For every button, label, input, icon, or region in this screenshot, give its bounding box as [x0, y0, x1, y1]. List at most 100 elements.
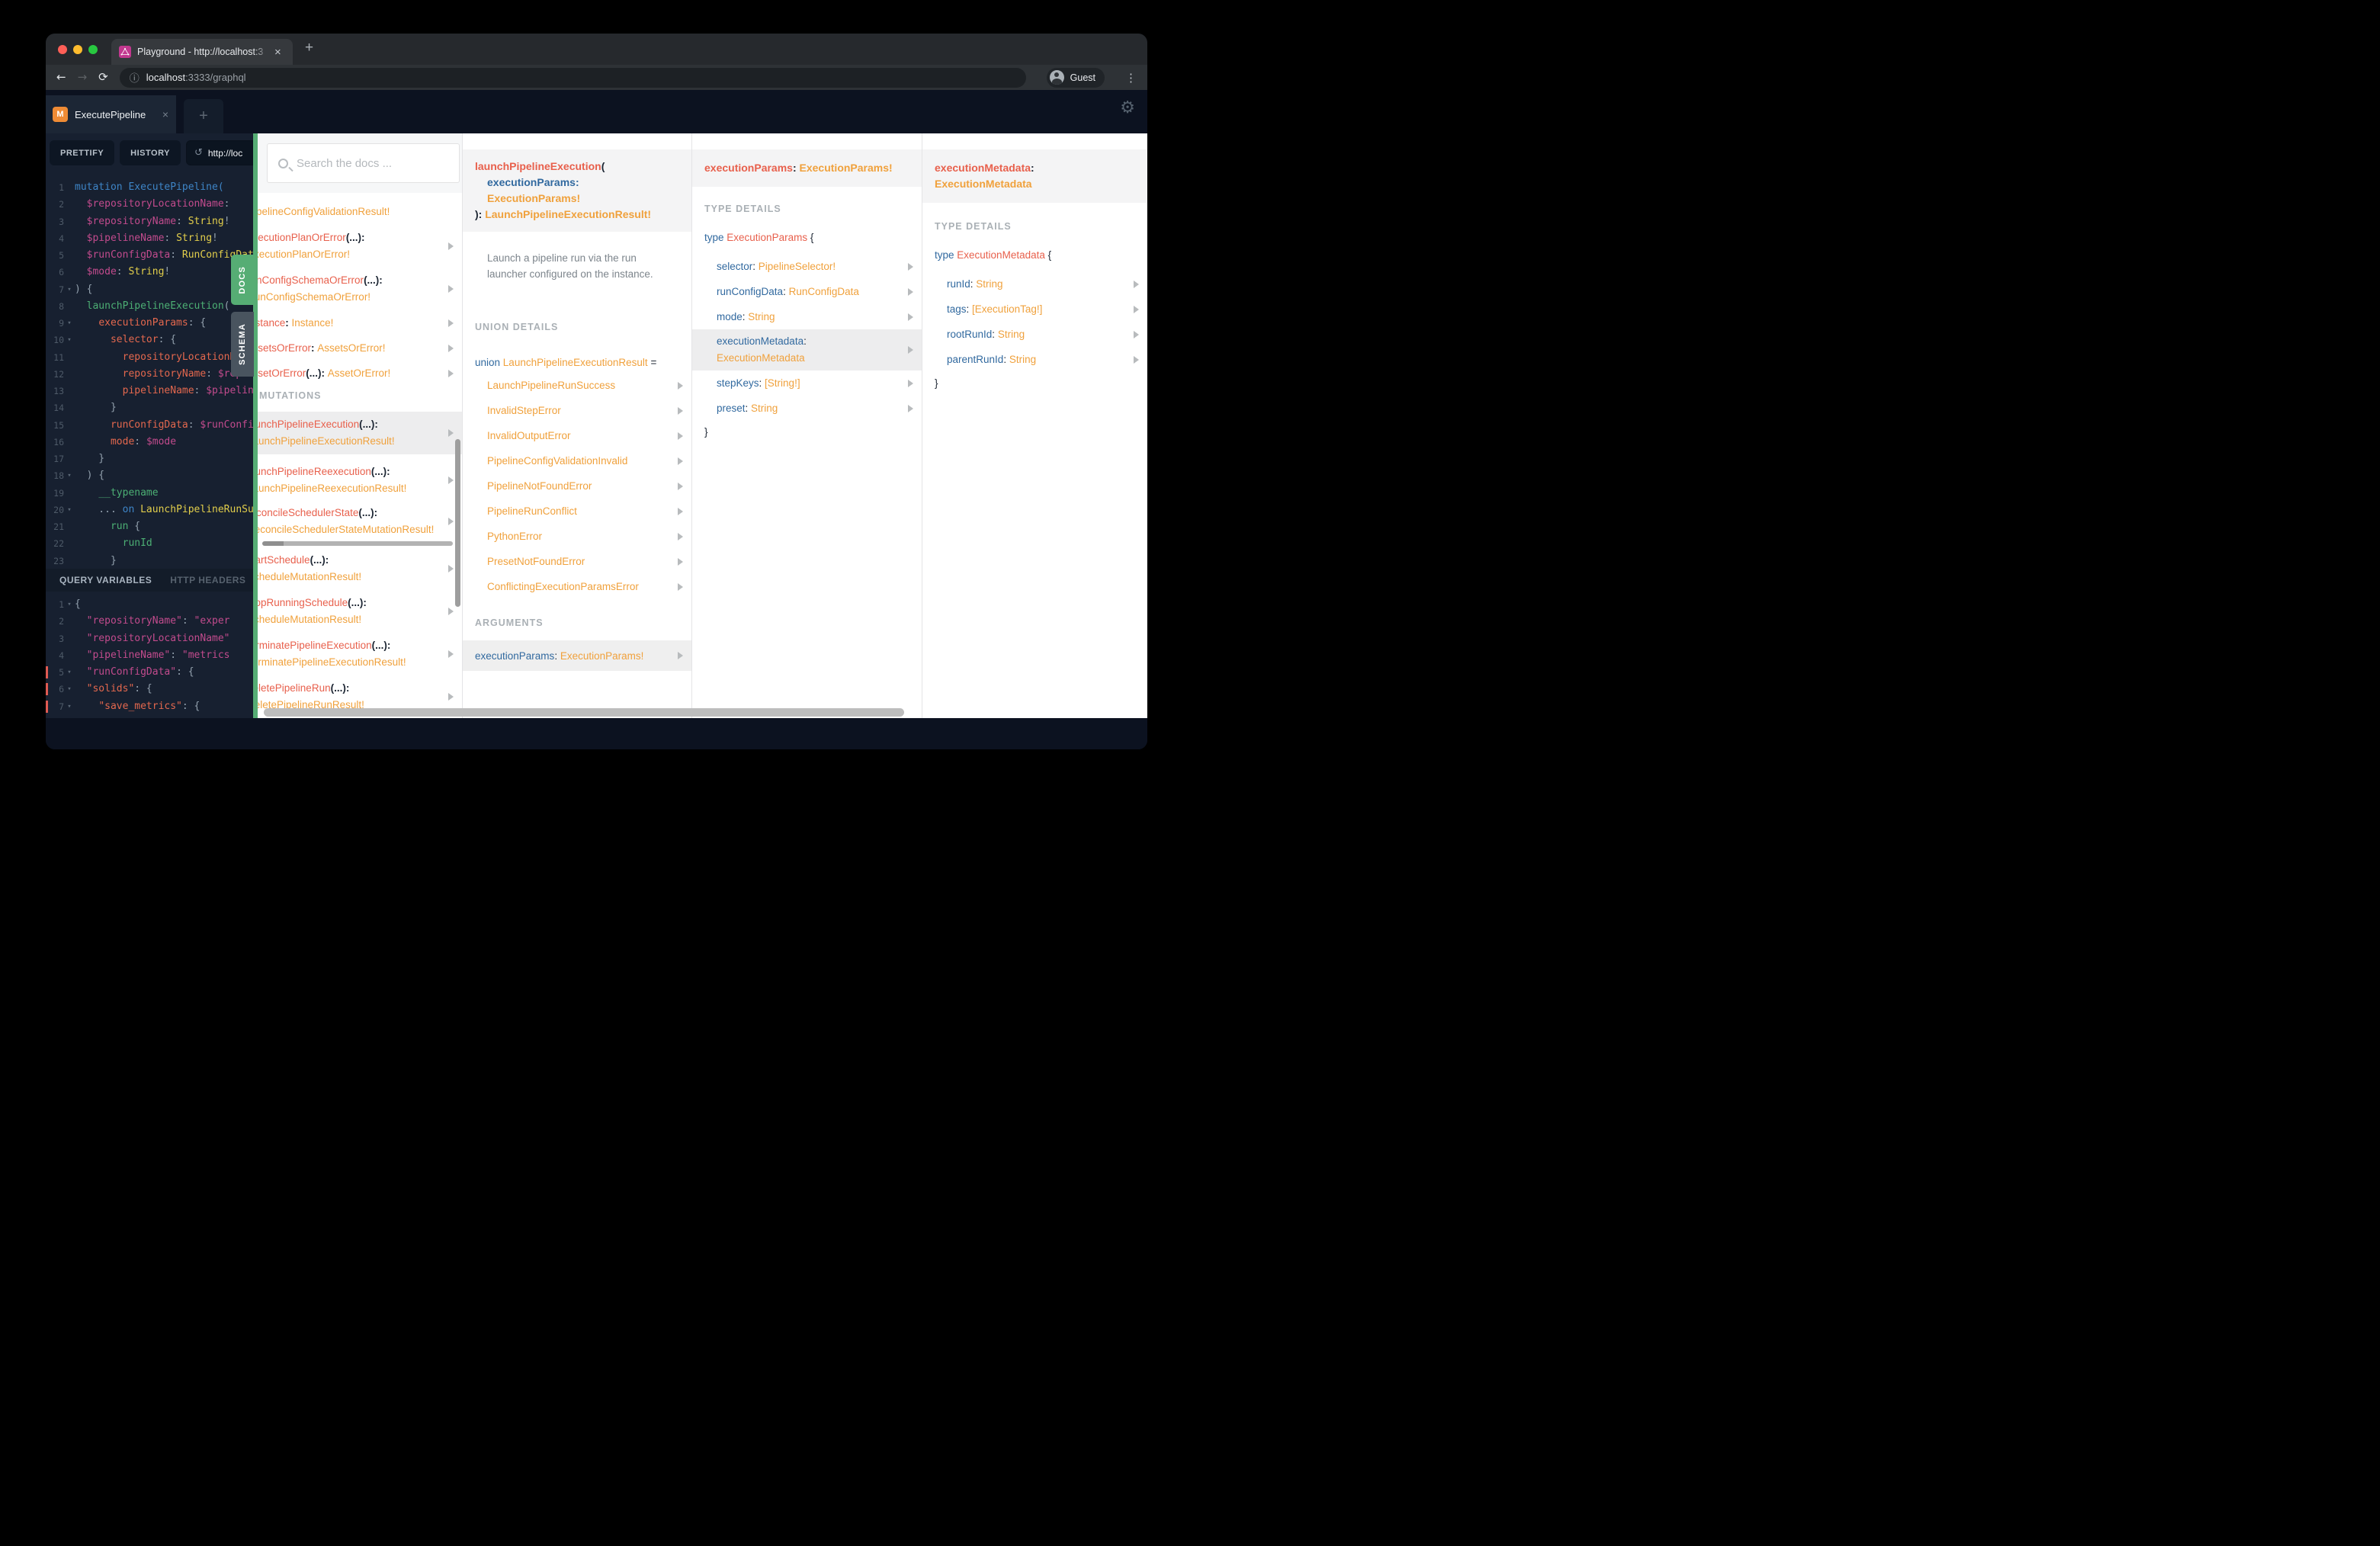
reload-icon[interactable]: ⟳	[98, 72, 108, 83]
code-line[interactable]: 5 $runConfigData: RunConfigData	[46, 247, 253, 264]
union-member-row[interactable]: PipelineConfigValidationInvalid	[463, 448, 691, 473]
endpoint-reload-icon[interactable]: ↺	[194, 147, 203, 159]
settings-gear-icon[interactable]: ⚙	[1120, 100, 1135, 117]
docs-list-item[interactable]: executionPlanOrError(...):ExecutionPlanO…	[258, 229, 462, 263]
code-line[interactable]: 2 $repositoryLocationName:	[46, 196, 253, 213]
fold-arrow-icon[interactable]: ▾	[64, 286, 75, 293]
type-field-row[interactable]: mode: String	[692, 304, 922, 329]
tab-http-headers[interactable]: HTTP HEADERS	[170, 575, 245, 585]
browser-tab[interactable]: Playground - http://localhost:3 ×	[111, 39, 293, 65]
type-field-row[interactable]: runId: String	[922, 271, 1147, 297]
union-member-row[interactable]: PipelineNotFoundError	[463, 473, 691, 499]
union-member-row[interactable]: LaunchPipelineRunSuccess	[463, 373, 691, 398]
code-line[interactable]: 20▾ ... on LaunchPipelineRunSuccess	[46, 502, 253, 518]
fold-arrow-icon[interactable]: ▾	[64, 601, 75, 608]
close-tab-icon[interactable]: ×	[274, 47, 281, 58]
browser-menu-icon[interactable]: ⋮	[1125, 71, 1137, 85]
code-line[interactable]: 3 $repositoryName: String!	[46, 213, 253, 230]
address-bar[interactable]: ⓘ localhost:3333/graphql	[119, 67, 1026, 88]
type-field-row[interactable]: selector: PipelineSelector!	[692, 254, 922, 279]
code-line[interactable]: 5 ▾ "runConfigData": {	[46, 664, 253, 681]
type-field-row[interactable]: rootRunId: String	[922, 322, 1147, 347]
code-line[interactable]: 12 repositoryName: $repositoryName	[46, 366, 253, 383]
union-member-row[interactable]: PipelineRunConflict	[463, 499, 691, 524]
code-line[interactable]: 17 }	[46, 451, 253, 467]
union-member-row[interactable]: PresetNotFoundError	[463, 549, 691, 574]
code-line[interactable]: 2 "repositoryName": "exper	[46, 613, 253, 630]
docs-horizontal-scrollbar[interactable]	[264, 708, 905, 717]
docs-list-item[interactable]: reconcileSchedulerState(...): ReconcileSc…	[258, 505, 462, 538]
code-line[interactable]: 15 runConfigData: $runConfigData	[46, 417, 253, 434]
code-line[interactable]: 4 "pipelineName": "metrics	[46, 647, 253, 664]
close-window-button[interactable]	[58, 45, 67, 54]
code-line[interactable]: 6 $mode: String!	[46, 264, 253, 281]
query-code-editor[interactable]: 1 mutation ExecutePipeline(2 $repositoryL…	[46, 172, 253, 569]
code-line[interactable]: 19 __typename	[46, 485, 253, 502]
docs-search-box[interactable]	[267, 143, 460, 183]
fold-arrow-icon[interactable]: ▾	[64, 336, 75, 344]
new-tab-button[interactable]: +	[305, 40, 313, 55]
minimize-window-button[interactable]	[73, 45, 82, 54]
code-line[interactable]: 23 }	[46, 553, 253, 569]
docs-list-item[interactable]: startSchedule(...):ScheduleMutationResul…	[258, 552, 462, 585]
fold-arrow-icon[interactable]: ▾	[64, 319, 75, 327]
type-field-row[interactable]: runConfigData: RunConfigData	[692, 279, 922, 304]
code-line[interactable]: 4 $pipelineName: String!	[46, 230, 253, 247]
fold-arrow-icon[interactable]: ▾	[64, 472, 75, 480]
code-line[interactable]: 13 pipelineName: $pipelineName	[46, 383, 253, 399]
fold-arrow-icon[interactable]: ▾	[64, 506, 75, 514]
query-variables-editor[interactable]: 1 ▾{2 "repositoryName": "exper 3 "reposito…	[46, 592, 253, 718]
docs-list-item[interactable]: PipelineConfigValidationResult!	[258, 204, 462, 220]
type-field-row[interactable]: tags: [ExecutionTag!]	[922, 297, 1147, 322]
history-button[interactable]: HISTORY	[120, 140, 181, 165]
docs-list-item[interactable]: runConfigSchemaOrError(...): RunConfigSch…	[258, 272, 462, 306]
argument-row[interactable]: executionParams: ExecutionParams!	[463, 640, 691, 671]
code-line[interactable]: 18 ▾ ) {	[46, 467, 253, 484]
new-playground-tab-button[interactable]: +	[184, 99, 223, 133]
tab-schema[interactable]: SCHEMA	[231, 312, 254, 377]
code-line[interactable]: 9 ▾ executionParams: {	[46, 315, 253, 332]
docs-list-item[interactable]: terminatePipelineExecution(...): Terminat…	[258, 637, 462, 671]
docs-list-item[interactable]: launchPipelineReexecution(...): LaunchPip…	[258, 463, 462, 497]
search-input[interactable]	[297, 156, 448, 170]
code-line[interactable]: 6 ▾ "solids": {	[46, 681, 253, 698]
union-member-row[interactable]: InvalidOutputError	[463, 423, 691, 448]
code-line[interactable]: 1 ▾{	[46, 596, 253, 613]
profile-button[interactable]: Guest	[1046, 67, 1105, 88]
column-scrollbar[interactable]	[455, 439, 460, 607]
code-line[interactable]: 11 repositoryLocationName: $repositoryLo…	[46, 349, 253, 366]
type-field-row[interactable]: stepKeys: [String!]	[692, 370, 922, 396]
tab-docs[interactable]: DOCS	[231, 255, 254, 305]
fold-arrow-icon[interactable]: ▾	[64, 703, 75, 710]
playground-tab-executepipeline[interactable]: M ExecutePipeline ×	[46, 95, 176, 133]
fold-arrow-icon[interactable]: ▾	[64, 685, 75, 693]
forward-icon[interactable]: →	[78, 72, 88, 83]
type-field-row-selected[interactable]: executionMetadata: ExecutionMetadata	[692, 329, 922, 370]
zoom-window-button[interactable]	[88, 45, 98, 54]
type-field-row[interactable]: parentRunId: String	[922, 347, 1147, 372]
code-line[interactable]: 7 ▾ "save_metrics": {	[46, 698, 253, 715]
code-line[interactable]: 8 launchPipelineExecution(	[46, 298, 253, 315]
list-horizontal-scrollbar[interactable]	[262, 541, 453, 546]
code-line[interactable]: 16 mode: $mode	[46, 434, 253, 451]
endpoint-box[interactable]: ↺ http://loc	[185, 140, 253, 165]
prettify-button[interactable]: PRETTIFY	[50, 140, 115, 165]
code-line[interactable]: 22 runId	[46, 535, 253, 552]
tab-query-variables[interactable]: QUERY VARIABLES	[59, 575, 152, 585]
docs-list-item[interactable]: assetOrError(...): AssetOrError!	[258, 365, 462, 382]
code-line[interactable]: 1 mutation ExecutePipeline(	[46, 179, 253, 196]
code-line[interactable]: 21 run {	[46, 518, 253, 535]
back-icon[interactable]: ←	[56, 72, 66, 83]
docs-list-item[interactable]: assetsOrError: AssetsOrError!	[258, 340, 462, 357]
union-member-row[interactable]: ConflictingExecutionParamsError	[463, 574, 691, 599]
fold-arrow-icon[interactable]: ▾	[64, 669, 75, 676]
code-line[interactable]: 14 }	[46, 399, 253, 416]
code-line[interactable]: 7 ▾) {	[46, 281, 253, 298]
union-member-row[interactable]: InvalidStepError	[463, 398, 691, 423]
docs-list-item[interactable]: instance: Instance!	[258, 315, 462, 332]
type-field-row[interactable]: preset: String	[692, 396, 922, 421]
union-member-row[interactable]: PythonError	[463, 524, 691, 549]
close-playground-tab-icon[interactable]: ×	[162, 108, 168, 120]
code-line[interactable]: 3 "repositoryLocationName"	[46, 630, 253, 647]
site-info-icon[interactable]: ⓘ	[130, 70, 140, 85]
